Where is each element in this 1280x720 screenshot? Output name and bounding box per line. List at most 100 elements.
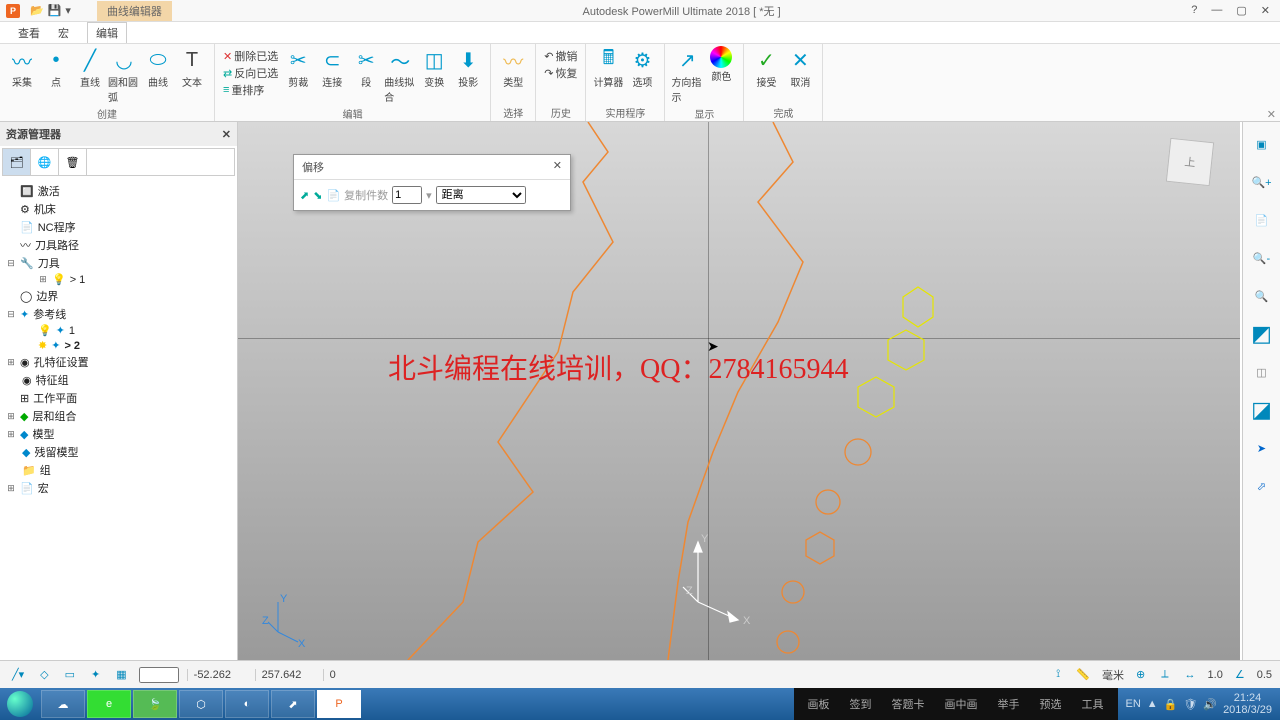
accept-button[interactable]: ✓接受 <box>750 46 782 103</box>
tree: 🔲激活 ⚙机床 📄NC程序 〰刀具路径 ⊟🔧刀具 ⊞💡> 1 ◯边界 ⊟✦参考线… <box>0 178 237 501</box>
offset-mode2-icon[interactable]: ⬊ <box>313 189 322 202</box>
help-icon[interactable]: ? <box>1191 4 1197 17</box>
offset-close-icon[interactable]: ✕ <box>553 159 562 175</box>
node-holes[interactable]: ⊞◉孔特征设置 <box>6 353 231 371</box>
task-app1[interactable]: ☁ <box>41 690 85 718</box>
zoom-out-icon[interactable]: 🔍- <box>1248 244 1276 272</box>
node-tools[interactable]: ⊟🔧刀具 <box>6 254 231 272</box>
edit-options[interactable]: ✕删除已选 ⇄反向已选 ≡重排序 <box>221 46 280 104</box>
offset-mode1-icon[interactable]: ⬈ <box>300 189 309 202</box>
sb-field[interactable] <box>139 667 179 683</box>
offset-copy-icon[interactable]: 📄 <box>326 189 340 202</box>
tool-project[interactable]: ⬇投影 <box>452 46 484 104</box>
tool-calculator[interactable]: 🖩计算器 <box>592 46 624 103</box>
tool-curve[interactable]: ⬭曲线 <box>142 46 174 104</box>
shade-solid-icon[interactable]: ◩ <box>1248 320 1276 348</box>
offset-title: 偏移 <box>302 159 324 175</box>
tb-trash-icon[interactable]: 🗑 <box>59 149 87 175</box>
recording-bar: 画板 签到 答题卡 画中画 举手 预选 工具 <box>794 688 1118 720</box>
svg-text:Z: Z <box>686 585 693 597</box>
tool-segment[interactable]: ✂段 <box>350 46 382 104</box>
task-app6[interactable]: ⬈ <box>271 690 315 718</box>
system-tray[interactable]: EN▲🔒🛡🔊 21:242018/3/29 <box>1118 692 1280 716</box>
tool-trim[interactable]: ✂剪裁 <box>282 46 314 104</box>
node-refline[interactable]: ⊟✦参考线 <box>6 305 231 323</box>
sb-grid-icon[interactable]: ▦ <box>112 668 130 681</box>
task-app3[interactable]: 🍃 <box>133 690 177 718</box>
task-app5[interactable]: ◐ <box>225 690 269 718</box>
sb-target-icon[interactable]: ⊕ <box>1132 668 1149 681</box>
node-toolpath[interactable]: 〰刀具路径 <box>6 236 231 254</box>
start-button[interactable] <box>0 688 40 720</box>
zoom-in-icon[interactable]: 🔍+ <box>1248 168 1276 196</box>
node-boundary[interactable]: ◯边界 <box>6 287 231 305</box>
sb-angle-icon[interactable]: ∠ <box>1231 668 1249 681</box>
menu-view[interactable]: 查看 <box>18 25 40 41</box>
view-iso-icon[interactable]: ▣ <box>1248 130 1276 158</box>
node-ref-1[interactable]: 💡✦1 <box>6 323 231 338</box>
copies-input[interactable] <box>392 186 422 204</box>
sb-dim-icon[interactable]: ↔ <box>1181 669 1200 681</box>
qat-save-icon[interactable]: 💾 <box>48 4 62 17</box>
tool-type[interactable]: 〰类型 <box>497 46 529 103</box>
maximize-button[interactable]: ▢ <box>1236 4 1246 17</box>
node-macro[interactable]: ⊞📄宏 <box>6 479 231 497</box>
menu-macro[interactable]: 宏 <box>58 25 69 41</box>
qat-dropdown-icon[interactable]: ▾ <box>65 4 71 17</box>
tool-fit[interactable]: 〜曲线拟合 <box>384 46 416 104</box>
node-machine[interactable]: ⚙机床 <box>6 200 231 218</box>
task-app2[interactable]: e <box>87 690 131 718</box>
pick-icon[interactable]: ➤ <box>1248 434 1276 462</box>
tb-globe-icon[interactable]: 🌐 <box>31 149 59 175</box>
coord-z: 0 <box>323 669 383 681</box>
node-model[interactable]: ⊞◆模型 <box>6 425 231 443</box>
sb-measure-icon[interactable]: ⟟ <box>1052 668 1064 681</box>
svg-text:Z: Z <box>262 615 269 627</box>
node-tool-1[interactable]: ⊞💡> 1 <box>6 272 231 287</box>
node-residual[interactable]: ◆残留模型 <box>6 443 231 461</box>
node-workplane[interactable]: ⊞工作平面 <box>6 389 231 407</box>
tool-line[interactable]: ╱直线 <box>74 46 106 104</box>
explorer-close-icon[interactable]: ✕ <box>222 128 231 141</box>
node-active[interactable]: 🔲激活 <box>6 182 231 200</box>
node-ref-2[interactable]: ✸✦> 2 <box>6 338 231 353</box>
tool-collect[interactable]: 〰采集 <box>6 46 38 104</box>
shade-xray-icon[interactable]: ◪ <box>1248 396 1276 424</box>
viewport[interactable]: Y X Z YXZ 偏移✕ ⬈ ⬊ 📄 复制件数 ▾ 距离 北斗编程在线培训，Q… <box>238 122 1240 660</box>
node-featgrp[interactable]: ◉特征组 <box>6 371 231 389</box>
tool-join[interactable]: ⊂连接 <box>316 46 348 104</box>
tool-text[interactable]: T文本 <box>176 46 208 104</box>
menu-edit[interactable]: 编辑 <box>87 22 127 43</box>
node-group[interactable]: 📁组 <box>6 461 231 479</box>
sb-ruler-icon[interactable]: 📏 <box>1072 668 1094 681</box>
pick2-icon[interactable]: ⬀ <box>1248 472 1276 500</box>
sb-axis-icon[interactable]: ⟂ <box>1157 668 1172 681</box>
context-tab[interactable]: 曲线编辑器 <box>97 1 172 21</box>
tool-arc[interactable]: ◡圆和圆弧 <box>108 46 140 104</box>
tool-transform[interactable]: ◫变换 <box>418 46 450 104</box>
sb-snap1-icon[interactable]: ◇ <box>36 668 52 681</box>
tb-tree-icon[interactable]: 🗂 <box>3 149 31 175</box>
minimize-button[interactable]: — <box>1211 4 1222 17</box>
sb-snap3-icon[interactable]: ✦ <box>87 668 104 681</box>
sb-snap2-icon[interactable]: ▭ <box>61 668 79 681</box>
qat-open-icon[interactable]: 📂 <box>30 4 44 17</box>
viewcube[interactable]: 上 <box>1166 138 1214 186</box>
right-close-icon[interactable]: ✕ <box>1267 108 1276 121</box>
shade-wire-icon[interactable]: ◫ <box>1248 358 1276 386</box>
distance-select[interactable]: 距离 <box>436 186 526 204</box>
zoom-fit-icon[interactable]: 🔍 <box>1248 282 1276 310</box>
close-button[interactable]: ✕ <box>1261 4 1270 17</box>
node-layers[interactable]: ⊞◆层和组合 <box>6 407 231 425</box>
task-app4[interactable]: ⬡ <box>179 690 223 718</box>
tool-direction[interactable]: ↗方向指示 <box>671 46 703 104</box>
sb-line-icon[interactable]: ╱▾ <box>8 668 28 681</box>
tool-options[interactable]: ⚙选项 <box>626 46 658 103</box>
tool-color[interactable]: 颜色 <box>705 46 737 104</box>
history-controls[interactable]: ↶撤销 ↷恢复 <box>542 46 579 103</box>
tool-point[interactable]: •点 <box>40 46 72 104</box>
node-nc[interactable]: 📄NC程序 <box>6 218 231 236</box>
task-powermill[interactable]: P <box>317 690 361 718</box>
cancel-button[interactable]: ✕取消 <box>784 46 816 103</box>
view-page-icon[interactable]: 📄 <box>1248 206 1276 234</box>
